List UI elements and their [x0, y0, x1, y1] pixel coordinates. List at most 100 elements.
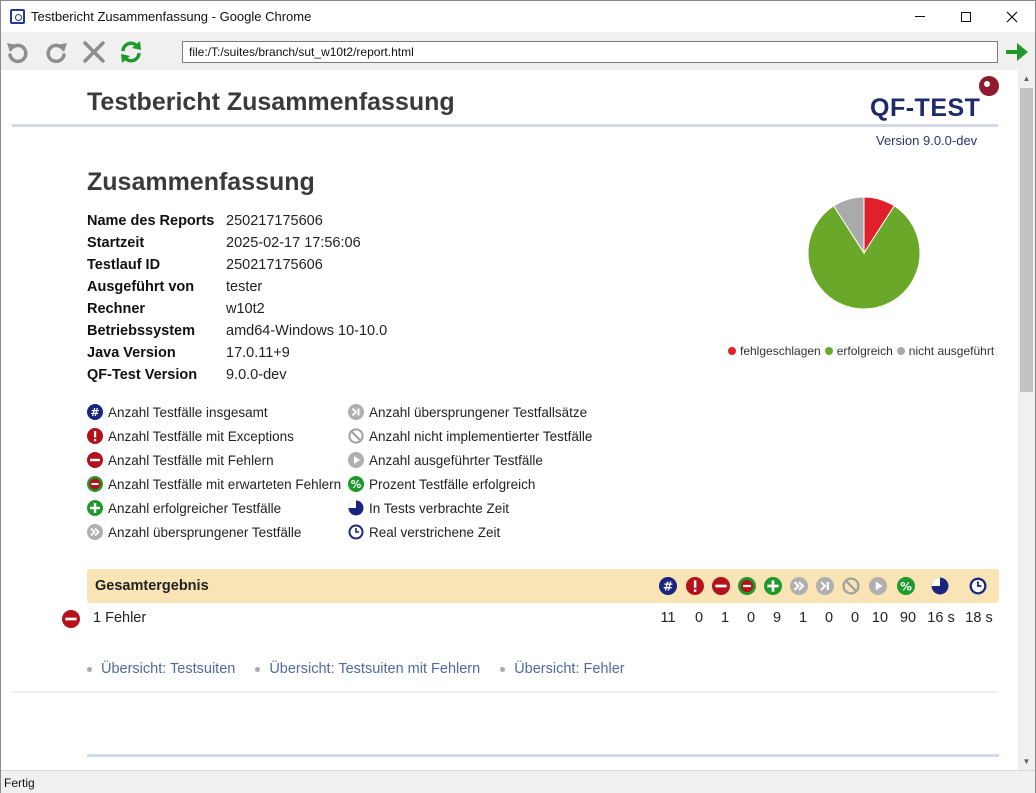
scroll-up-arrow-icon[interactable]: ▲: [1018, 70, 1035, 87]
legend-dot: [824, 347, 833, 355]
result-value-success: 9: [772, 610, 782, 626]
vertical-scrollbar[interactable]: ▲ ▼: [1018, 70, 1035, 770]
result-header: Gesamtergebnis # %: [87, 569, 999, 603]
legend-item-not-executed: nicht ausgeführt: [896, 344, 994, 358]
list-item: Anzahl ausgeführter Testfälle: [348, 448, 592, 472]
result-value-exceptions: 0: [694, 610, 704, 626]
legend-item-success: erfolgreich: [824, 344, 893, 358]
qftest-logo: QF-TEST: [870, 76, 1000, 126]
report-info-table: Name des Reports 250217175606 Startzeit 20…: [87, 211, 387, 387]
info-value: 250217175606: [226, 213, 323, 229]
maximize-button[interactable]: [943, 1, 989, 32]
list-item: Anzahl Testfälle mit Exceptions: [87, 424, 341, 448]
close-button[interactable]: [989, 1, 1035, 32]
skipped-icon: [87, 524, 103, 540]
list-item: Anzahl Testfälle mit erwarteten Fehlern: [87, 472, 341, 496]
window-title: Testbericht Zusammenfassung - Google Chr…: [31, 9, 312, 24]
stop-button[interactable]: [80, 38, 108, 66]
minimize-icon: [915, 16, 925, 17]
test-time-icon: [931, 577, 949, 595]
error-minus-icon: [87, 452, 103, 468]
svg-text:#: #: [663, 580, 673, 594]
icon-legend-column-1: # Anzahl Testfälle insgesamt Anzahl Test…: [87, 400, 341, 544]
result-pie-chart: [807, 196, 921, 310]
pie-legend: fehlgeschlagen erfolgreich nicht ausgefü…: [728, 344, 994, 358]
status-bar: Fertig: [1, 770, 1035, 793]
undo-arrow-icon: [7, 43, 28, 64]
overview-links: Übersicht: Testsuiten Übersicht: Testsui…: [87, 661, 645, 677]
error-minus-icon: [62, 610, 80, 628]
legend-text: Anzahl nicht implementierter Testfälle: [369, 428, 593, 444]
list-item: Übersicht: Fehler: [500, 661, 625, 677]
refresh-icon: [121, 41, 141, 63]
info-row: Name des Reports 250217175606: [87, 211, 387, 233]
list-item: Anzahl erfolgreicher Testfälle: [87, 496, 341, 520]
page-content: Testbericht Zusammenfassung QF-TEST Vers…: [2, 70, 1018, 770]
link-testsuites-with-errors[interactable]: Übersicht: Testsuiten mit Fehlern: [269, 661, 480, 677]
go-button[interactable]: [1003, 39, 1031, 65]
address-bar[interactable]: file:/T:/suites/branch/sut_w10t2/report.…: [182, 41, 998, 63]
browser-window: Testbericht Zusammenfassung - Google Chr…: [0, 0, 1036, 793]
legend-dot: [896, 347, 905, 355]
info-row: Testlauf ID 250217175606: [87, 255, 387, 277]
skipped-set-icon: [348, 404, 364, 420]
expected-error-icon: [87, 476, 103, 492]
success-plus-icon: [87, 500, 103, 516]
info-value: 9.0.0-dev: [226, 367, 287, 383]
list-item: Übersicht: Testsuiten: [87, 661, 235, 677]
info-row: QF-Test Version 9.0.0-dev: [87, 365, 387, 387]
info-key: Ausgeführt von: [87, 279, 195, 295]
toolbar: file:/T:/suites/branch/sut_w10t2/report.…: [1, 32, 1035, 70]
legend-text: Anzahl Testfälle mit Fehlern: [108, 452, 274, 468]
info-key: Rechner: [87, 301, 146, 317]
minimize-button[interactable]: [897, 1, 943, 32]
result-value-real-time: 18 s: [965, 610, 993, 626]
scrollbar-thumb[interactable]: [1020, 88, 1033, 392]
list-item: Übersicht: Testsuiten mit Fehlern: [255, 661, 480, 677]
forward-button[interactable]: [42, 38, 70, 66]
clock-icon: [969, 577, 987, 595]
icon-legend-column-2: Anzahl übersprungener Testfallsätze Anza…: [348, 400, 592, 544]
percent-icon: %: [897, 577, 915, 595]
legend-item-failed: fehlgeschlagen: [728, 344, 821, 358]
count-hash-icon: #: [659, 577, 677, 595]
list-item: Anzahl übersprungener Testfälle: [87, 520, 341, 544]
info-key: Startzeit: [87, 235, 145, 251]
bullet: [500, 666, 506, 672]
list-item: % Prozent Testfälle erfolgreich: [348, 472, 592, 496]
close-icon: [1006, 11, 1018, 22]
list-item: Anzahl Testfälle mit Fehlern: [87, 448, 341, 472]
info-value: tester: [226, 279, 263, 295]
info-key: Betriebssystem: [87, 323, 195, 339]
bullet: [87, 666, 92, 672]
info-value: 250217175606: [226, 257, 323, 273]
test-time-icon: [348, 500, 364, 516]
scroll-down-arrow-icon[interactable]: ▼: [1018, 753, 1035, 770]
result-value-test-time: 16 s: [927, 610, 955, 626]
legend-text: In Tests verbrachte Zeit: [369, 500, 510, 516]
go-arrow-icon: [1006, 43, 1028, 61]
info-row: Betriebssystem amd64-Windows 10-10.0: [87, 321, 387, 343]
result-row: 1 Fehler 11 0 1 0 9 1 0 0 10 90 16 s 18 …: [62, 608, 999, 630]
info-key: QF-Test Version: [87, 367, 198, 383]
result-value-skipped: 1: [798, 610, 808, 626]
link-testsuites[interactable]: Übersicht: Testsuiten: [101, 661, 235, 677]
clock-icon: [348, 524, 364, 540]
divider: [12, 691, 998, 693]
bullet: [255, 666, 261, 672]
link-errors[interactable]: Übersicht: Fehler: [514, 661, 624, 677]
list-item: Real verstrichene Zeit: [348, 520, 592, 544]
info-value: amd64-Windows 10-10.0: [226, 323, 388, 339]
percent-icon: %: [348, 476, 364, 492]
back-button[interactable]: [4, 38, 32, 66]
result-value-skipped-sets: 0: [824, 610, 834, 626]
skipped-set-icon: [816, 577, 834, 595]
result-value-expected-errors: 0: [746, 610, 756, 626]
svg-text:#: #: [90, 406, 99, 419]
legend-text: Anzahl erfolgreicher Testfälle: [108, 500, 282, 516]
reload-button[interactable]: [117, 38, 145, 66]
svg-text:%: %: [900, 580, 912, 594]
result-value-percent: 90: [899, 610, 917, 626]
list-item: Anzahl nicht implementierter Testfälle: [348, 424, 592, 448]
success-plus-icon: [764, 577, 782, 595]
